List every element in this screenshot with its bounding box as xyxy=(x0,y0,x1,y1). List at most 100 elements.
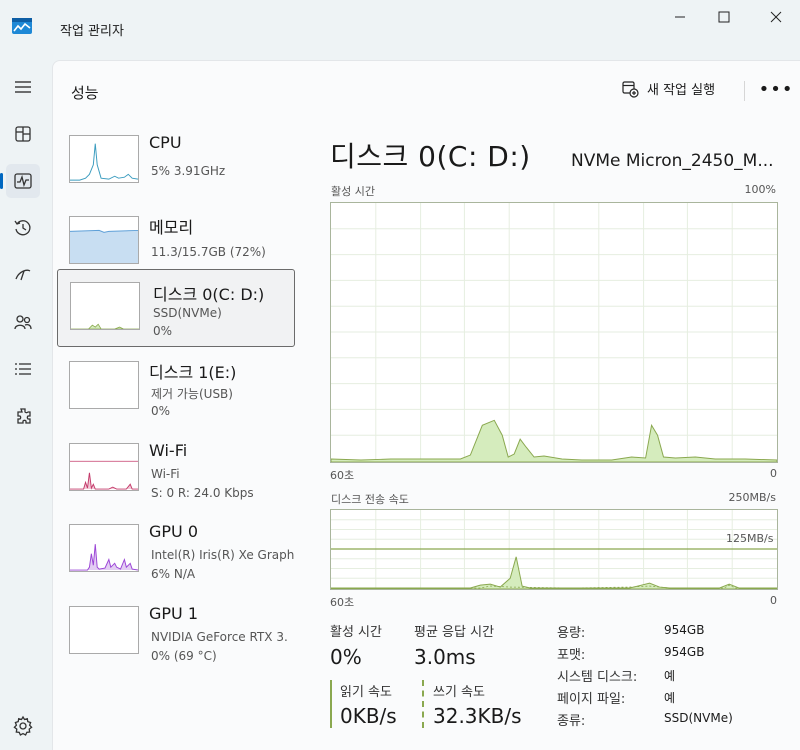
gpu0-thumbnail-graph xyxy=(69,524,139,572)
gpu1-thumbnail-graph xyxy=(69,606,139,654)
nav-startup[interactable] xyxy=(6,258,40,292)
write-speed-legend-bar xyxy=(422,680,424,728)
active-time-value: 0% xyxy=(330,645,362,669)
device-gpu-0[interactable]: GPU 0 Intel(R) Iris(R) Xe Graph 6% N/A xyxy=(57,513,295,591)
active-time-graph-label: 활성 시간 xyxy=(331,185,375,198)
transfer-rate-graph-max: 250MB/s xyxy=(728,491,776,504)
device-usage: S: 0 R: 24.0 Kbps xyxy=(151,486,254,500)
avg-response-value: 3.0ms xyxy=(414,645,476,669)
task-manager-app-icon xyxy=(12,18,32,34)
read-speed-label: 읽기 속도 xyxy=(340,685,392,700)
run-new-task-button[interactable]: 새 작업 실행 xyxy=(621,79,715,98)
details-icon xyxy=(15,363,31,375)
more-options-button[interactable]: ••• xyxy=(758,76,794,102)
disk0-thumbnail-graph xyxy=(70,282,140,330)
device-subtitle: Intel(R) Iris(R) Xe Graph xyxy=(151,548,295,562)
device-name: 디스크 0(C: D:) xyxy=(153,285,265,304)
device-subtitle: NVIDIA GeForce RTX 3. xyxy=(151,630,288,644)
device-subtitle: SSD(NVMe) xyxy=(153,306,222,320)
active-time-label: 활성 시간 xyxy=(330,625,382,640)
transfer-rate-graph-min: 0 xyxy=(770,594,777,607)
device-wifi[interactable]: Wi-Fi Wi-Fi S: 0 R: 24.0 Kbps xyxy=(57,432,295,510)
services-icon xyxy=(17,408,31,424)
wifi-thumbnail-graph xyxy=(69,443,139,491)
prop-capacity-key: 용량: xyxy=(557,626,586,641)
device-disk-1[interactable]: 디스크 1(E:) 제거 가능(USB) 0% xyxy=(57,350,295,428)
transfer-rate-graph-timespan: 60초 xyxy=(330,596,355,609)
device-usage: 0% xyxy=(151,404,171,418)
hamburger-menu-button[interactable] xyxy=(6,70,40,104)
prop-page-file-key: 페이지 파일: xyxy=(557,692,626,707)
new-task-icon xyxy=(622,80,639,98)
close-icon xyxy=(770,11,782,23)
read-speed-legend-bar xyxy=(330,680,332,728)
device-name: Wi-Fi xyxy=(149,441,188,460)
new-task-label: 새 작업 실행 xyxy=(647,83,716,98)
transfer-rate-graph-label: 디스크 전송 속도 xyxy=(331,493,409,506)
device-usage: 6% N/A xyxy=(151,567,196,581)
prop-type-key: 종류: xyxy=(557,714,586,729)
read-speed-value: 0KB/s xyxy=(340,704,397,728)
nav-users[interactable] xyxy=(6,305,40,339)
write-speed-label: 쓰기 속도 xyxy=(433,685,485,700)
startup-icon xyxy=(15,269,31,281)
device-subtitle: 5% 3.91GHz xyxy=(151,164,226,178)
transfer-rate-graph-mid: 125MB/s xyxy=(726,532,774,545)
page-title: 성능 xyxy=(71,84,99,102)
prop-page-file-value: 예 xyxy=(664,691,676,705)
prop-format-value: 954GB xyxy=(664,645,705,659)
device-name: 메모리 xyxy=(149,218,194,237)
nav-performance[interactable] xyxy=(6,164,40,198)
device-name: 디스크 1(E:) xyxy=(149,363,237,382)
minimize-icon xyxy=(675,16,685,18)
prop-format-key: 포맷: xyxy=(557,648,586,663)
settings-gear-icon[interactable] xyxy=(12,715,34,737)
active-time-graph-max: 100% xyxy=(744,183,776,196)
device-subtitle: 11.3/15.7GB (72%) xyxy=(151,245,266,259)
write-speed-value: 32.3KB/s xyxy=(433,704,522,728)
app-history-icon xyxy=(14,220,31,236)
prop-capacity-value: 954GB xyxy=(664,623,705,637)
more-icon: ••• xyxy=(758,78,794,100)
device-subtitle: Wi-Fi xyxy=(151,467,180,481)
device-name: GPU 0 xyxy=(149,522,199,541)
nav-services[interactable] xyxy=(6,399,40,433)
active-time-graph-min: 0 xyxy=(770,467,777,480)
hamburger-icon xyxy=(15,81,31,93)
title-bar: 작업 관리자 xyxy=(0,0,800,60)
close-button[interactable] xyxy=(752,0,800,34)
prop-system-disk-value: 예 xyxy=(664,669,676,683)
toolbar-separator xyxy=(744,81,745,101)
device-name: CPU xyxy=(149,133,182,152)
app-title: 작업 관리자 xyxy=(60,24,124,39)
processes-icon xyxy=(15,126,31,142)
active-nav-indicator xyxy=(0,173,3,189)
performance-icon xyxy=(14,173,32,189)
nav-app-history[interactable] xyxy=(6,211,40,245)
nav-processes[interactable] xyxy=(6,117,40,151)
detail-title: 디스크 0(C: D:) xyxy=(330,140,531,173)
prop-system-disk-key: 시스템 디스크: xyxy=(557,670,638,685)
nav-details[interactable] xyxy=(6,352,40,386)
disk1-thumbnail-graph xyxy=(69,361,139,409)
device-name: GPU 1 xyxy=(149,604,199,623)
device-subtitle: 제거 가능(USB) xyxy=(151,387,233,401)
transfer-rate-graph xyxy=(330,509,778,590)
device-usage: 0% xyxy=(153,324,173,338)
device-usage: 0% (69 °C) xyxy=(151,649,217,663)
cpu-thumbnail-graph xyxy=(69,135,139,183)
main-panel: 성능 새 작업 실행 ••• CPU 5% 3.91GHz 메모리 11.3/1… xyxy=(52,60,800,750)
avg-response-label: 평균 응답 시간 xyxy=(414,625,495,640)
maximize-icon xyxy=(718,11,730,23)
memory-thumbnail-graph xyxy=(69,216,139,264)
active-time-graph xyxy=(330,202,778,463)
device-gpu-1[interactable]: GPU 1 NVIDIA GeForce RTX 3. 0% (69 °C) xyxy=(57,595,295,673)
device-disk-0[interactable]: 디스크 0(C: D:) SSD(NVMe) 0% xyxy=(57,269,295,347)
maximize-button[interactable] xyxy=(700,0,748,34)
disk-model-name: NVMe Micron_2450_M... xyxy=(571,151,774,171)
device-cpu[interactable]: CPU 5% 3.91GHz xyxy=(57,124,295,202)
prop-type-value: SSD(NVMe) xyxy=(664,711,733,725)
users-icon xyxy=(14,315,32,330)
active-time-graph-timespan: 60초 xyxy=(330,469,355,482)
minimize-button[interactable] xyxy=(656,0,704,34)
